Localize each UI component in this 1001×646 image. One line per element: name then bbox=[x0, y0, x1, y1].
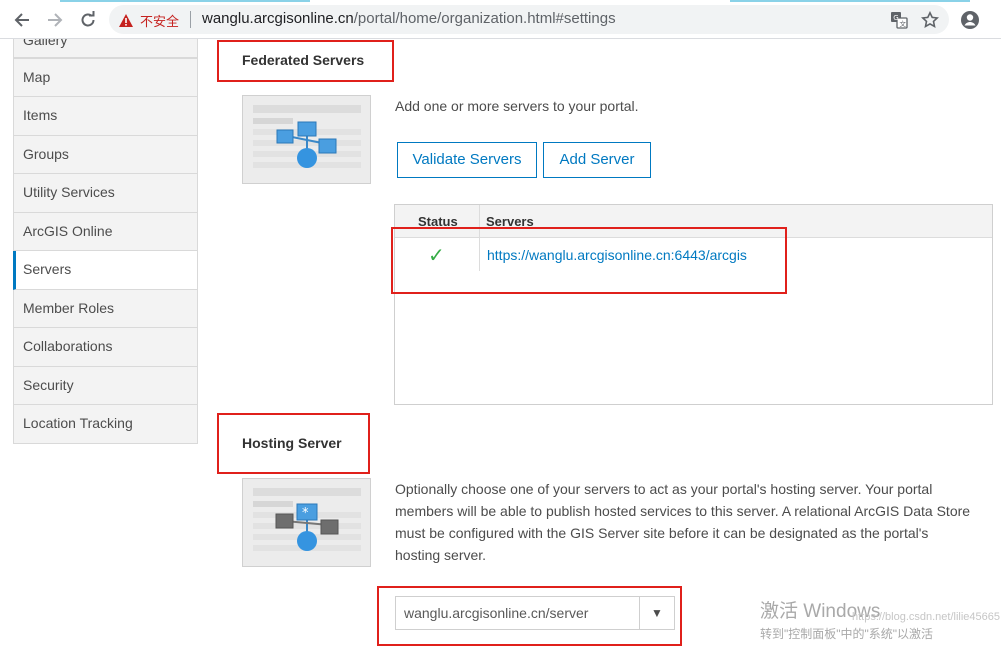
blog-watermark: https://blog.csdn.net/lilie45665 bbox=[852, 611, 1000, 623]
forward-icon[interactable] bbox=[43, 8, 67, 32]
account-icon[interactable] bbox=[960, 10, 980, 30]
server-url-link[interactable]: https://wanglu.arcgisonline.cn:6443/arcg… bbox=[487, 247, 747, 263]
translate-icon[interactable]: G文 bbox=[889, 10, 909, 30]
hosting-description: Optionally choose one of your servers to… bbox=[395, 481, 971, 563]
sidebar-item-arcgis-online[interactable]: ArcGIS Online bbox=[13, 213, 198, 251]
sidebar-item-servers[interactable]: Servers bbox=[13, 251, 198, 290]
table-header: Status Servers bbox=[395, 205, 992, 238]
tab-strip-accent bbox=[60, 0, 310, 2]
sidebar-item-location-tracking[interactable]: Location Tracking bbox=[13, 405, 198, 444]
add-server-button[interactable]: Add Server bbox=[543, 142, 651, 178]
hosting-server-selected: wanglu.arcgisonline.cn/server bbox=[404, 605, 589, 621]
url-host: wanglu.arcgisonline.cn bbox=[202, 10, 354, 27]
svg-text:文: 文 bbox=[900, 19, 907, 28]
validate-servers-button[interactable]: Validate Servers bbox=[397, 142, 537, 178]
watermark-subtitle: 转到"控制面板"中的"系统"以激活 bbox=[760, 627, 934, 641]
federated-servers-table: Status Servers ✓ https://wanglu.arcgison… bbox=[394, 204, 993, 405]
federated-description: Add one or more servers to your portal. bbox=[395, 98, 639, 114]
hosting-server-title: Hosting Server bbox=[242, 435, 342, 451]
sidebar-item-groups[interactable]: Groups bbox=[13, 136, 198, 174]
sidebar-item-map[interactable]: Map bbox=[13, 58, 198, 97]
sidebar-item-items[interactable]: Items bbox=[13, 97, 198, 136]
tab-strip-accent bbox=[730, 0, 970, 2]
status-ok-icon: ✓ bbox=[428, 245, 445, 267]
reload-icon[interactable] bbox=[76, 8, 100, 32]
status-column-header[interactable]: Status bbox=[418, 214, 458, 229]
federated-servers-title: Federated Servers bbox=[242, 52, 365, 68]
svg-text:*: * bbox=[302, 506, 309, 521]
servers-column-header[interactable]: Servers bbox=[486, 214, 534, 229]
security-indicator[interactable]: 不安全 bbox=[118, 11, 179, 30]
sidebar-item-gallery[interactable]: Gallery bbox=[13, 39, 198, 58]
sidebar-item-security[interactable]: Security bbox=[13, 367, 198, 405]
star-icon[interactable] bbox=[920, 10, 940, 30]
security-label: 不安全 bbox=[140, 14, 180, 29]
url-path: /portal/home/organization.html#settings bbox=[353, 10, 616, 27]
dropdown-arrow-icon[interactable]: ▼ bbox=[639, 597, 674, 629]
sidebar-item-utility-services[interactable]: Utility Services bbox=[13, 174, 198, 213]
warning-icon bbox=[119, 14, 133, 27]
sidebar-item-collaborations[interactable]: Collaborations bbox=[13, 328, 198, 367]
address-separator bbox=[190, 11, 191, 28]
column-divider bbox=[479, 205, 480, 271]
hosting-server-select[interactable]: wanglu.arcgisonline.cn/server ▼ bbox=[395, 596, 675, 630]
sidebar-item-member-roles[interactable]: Member Roles bbox=[13, 290, 198, 328]
federated-servers-illustration bbox=[242, 95, 371, 184]
url-text[interactable]: wanglu.arcgisonline.cn/portal/home/organ… bbox=[202, 10, 616, 27]
browser-toolbar: 不安全 wanglu.arcgisonline.cn/portal/home/o… bbox=[0, 0, 1001, 39]
svg-text:G: G bbox=[893, 14, 898, 22]
back-icon[interactable] bbox=[10, 8, 34, 32]
hosting-server-illustration: * bbox=[242, 478, 371, 567]
